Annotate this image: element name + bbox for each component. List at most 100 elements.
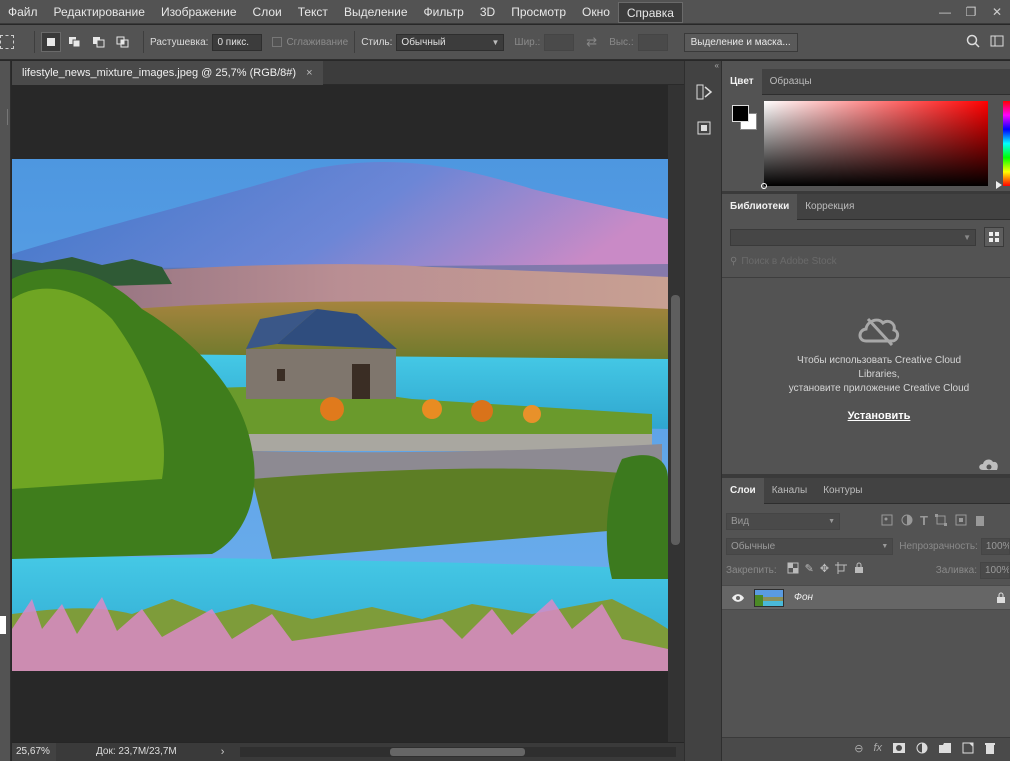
- horizontal-scrollbar[interactable]: [240, 747, 676, 757]
- tab-libraries[interactable]: Библиотеки: [722, 193, 798, 220]
- menu-help[interactable]: Справка: [617, 1, 683, 23]
- blend-mode-select[interactable]: Обычные ▼: [726, 537, 894, 555]
- menu-layers[interactable]: Слои: [245, 0, 290, 24]
- tab-color[interactable]: Цвет: [722, 68, 762, 95]
- tab-layers[interactable]: Слои: [722, 477, 764, 504]
- new-group-icon[interactable]: [938, 742, 952, 758]
- menu-3d[interactable]: 3D: [472, 0, 503, 24]
- color-field-marker: [761, 183, 767, 189]
- close-window-icon[interactable]: ✕: [984, 1, 1010, 23]
- lock-row: Закрепить: ✎ ✥ Заливка: 100%: [726, 561, 1010, 579]
- zoom-field[interactable]: 25,67%: [12, 742, 56, 761]
- feather-input[interactable]: 0 пикс.: [212, 33, 263, 51]
- filter-pixel-icon[interactable]: [880, 513, 894, 529]
- tab-paths[interactable]: Контуры: [815, 478, 870, 504]
- libraries-message-line: установите приложение Creative Cloud: [788, 383, 970, 394]
- new-selection-icon[interactable]: [41, 32, 61, 52]
- opacity-input[interactable]: 100%: [980, 537, 1010, 555]
- foreground-color-swatch[interactable]: [732, 105, 749, 122]
- library-select[interactable]: ▼: [730, 229, 976, 246]
- libraries-message-line: Чтобы использовать Creative Cloud: [796, 355, 962, 366]
- lock-artboard-icon[interactable]: [835, 562, 848, 578]
- blend-row: Обычные ▼ Непрозрачность: 100%: [726, 537, 1010, 555]
- hue-slider-handle[interactable]: [996, 181, 1002, 189]
- hue-slider[interactable]: [1003, 101, 1010, 186]
- menu-window[interactable]: Окно: [574, 0, 618, 24]
- add-to-selection-icon[interactable]: [65, 32, 85, 52]
- filter-smart-object-icon[interactable]: [954, 513, 968, 529]
- swap-dimensions-icon[interactable]: ⇄: [586, 34, 597, 50]
- menu-type[interactable]: Текст: [290, 0, 336, 24]
- tab-adjustments[interactable]: Коррекция: [797, 194, 862, 220]
- document-image[interactable]: [12, 159, 668, 671]
- style-label: Стиль:: [361, 36, 393, 48]
- filter-shape-icon[interactable]: [934, 513, 948, 529]
- properties-panel-icon[interactable]: [685, 113, 723, 143]
- filter-adjustment-icon[interactable]: [900, 513, 914, 529]
- chevron-down-icon: ▼: [881, 542, 889, 550]
- antialias-checkbox[interactable]: [272, 37, 283, 47]
- close-tab-icon[interactable]: ×: [306, 67, 312, 79]
- visibility-eye-icon[interactable]: [731, 592, 745, 607]
- menu-file[interactable]: Файл: [0, 0, 46, 24]
- menu-edit[interactable]: Редактирование: [46, 0, 153, 24]
- height-input[interactable]: [637, 33, 668, 51]
- cloud-sync-icon[interactable]: [978, 458, 1008, 472]
- tool-preset-icon[interactable]: [0, 35, 14, 49]
- right-panels: Цвет Образцы Библиотеки Коррекция ▼ ⚲ По…: [722, 61, 1010, 761]
- install-link[interactable]: Установить: [722, 410, 1010, 422]
- horizontal-scroll-thumb[interactable]: [390, 748, 525, 756]
- lock-transparent-icon[interactable]: [787, 562, 799, 578]
- lock-image-icon[interactable]: ✎: [805, 562, 814, 578]
- fill-input[interactable]: 100%: [980, 561, 1010, 579]
- fill-label: Заливка:: [935, 564, 977, 576]
- menu-image[interactable]: Изображение: [153, 0, 245, 24]
- intersect-selection-icon[interactable]: [113, 32, 133, 52]
- blend-mode-value: Обычные: [731, 540, 776, 552]
- link-layers-icon[interactable]: ⊖: [854, 742, 863, 758]
- workspace-icon[interactable]: [990, 35, 1004, 50]
- vertical-scroll-thumb[interactable]: [671, 295, 680, 545]
- width-input[interactable]: [544, 33, 575, 51]
- delete-layer-icon[interactable]: [984, 742, 996, 758]
- new-layer-icon[interactable]: [962, 742, 974, 758]
- document-tab-bar: lifestyle_news_mixture_images.jpeg @ 25,…: [12, 61, 684, 85]
- window-controls: — ❐ ✕: [932, 0, 1010, 24]
- search-icon: ⚲: [730, 256, 738, 267]
- add-mask-icon[interactable]: [892, 742, 906, 758]
- collapse-dock-icon[interactable]: «: [685, 61, 723, 70]
- menu-view[interactable]: Просмотр: [503, 0, 574, 24]
- document-tab[interactable]: lifestyle_news_mixture_images.jpeg @ 25,…: [12, 61, 323, 85]
- vertical-scrollbar[interactable]: [668, 85, 684, 742]
- new-adjustment-layer-icon[interactable]: [916, 742, 928, 758]
- filter-type-icon[interactable]: T: [920, 513, 928, 529]
- restore-icon[interactable]: ❐: [958, 1, 984, 23]
- filter-toggle-icon[interactable]: [975, 516, 984, 526]
- lock-all-icon[interactable]: [853, 562, 865, 578]
- menu-filter[interactable]: Фильтр: [416, 0, 472, 24]
- layer-name[interactable]: Фон: [794, 592, 813, 603]
- chevron-down-icon: ▼: [963, 233, 971, 242]
- tab-channels[interactable]: Каналы: [764, 478, 816, 504]
- lock-position-icon[interactable]: ✥: [820, 562, 829, 578]
- panel-dock-strip: «: [684, 61, 722, 761]
- search-icon[interactable]: [966, 34, 980, 51]
- style-select[interactable]: Обычный ▼: [396, 33, 505, 51]
- layer-lock-icon: [996, 592, 1006, 607]
- style-select-value: Обычный: [401, 36, 446, 48]
- minimize-icon[interactable]: —: [932, 1, 958, 23]
- layer-style-icon[interactable]: fx: [873, 742, 882, 758]
- subtract-from-selection-icon[interactable]: [89, 32, 109, 52]
- foreground-swatch[interactable]: [0, 616, 6, 634]
- history-panel-icon[interactable]: [685, 77, 723, 107]
- grid-view-icon[interactable]: [984, 227, 1004, 247]
- stock-search-input[interactable]: ⚲ Поиск в Adobe Stock: [730, 253, 976, 270]
- menu-select[interactable]: Выделение: [336, 0, 416, 24]
- layer-filter-select[interactable]: Вид ▼: [726, 512, 840, 530]
- status-menu-arrow-icon[interactable]: ›: [221, 746, 225, 758]
- select-and-mask-button[interactable]: Выделение и маска...: [683, 32, 798, 52]
- tool-slot[interactable]: [0, 109, 8, 125]
- color-field[interactable]: [761, 101, 988, 189]
- tab-swatches[interactable]: Образцы: [762, 69, 820, 95]
- layer-row[interactable]: Фон: [722, 585, 1010, 610]
